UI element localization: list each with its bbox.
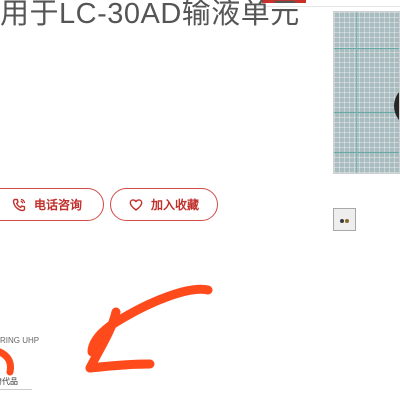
heart-icon bbox=[129, 198, 143, 212]
grid-line bbox=[356, 12, 357, 173]
product-part-image bbox=[394, 84, 399, 128]
product-thumbnail[interactable] bbox=[333, 208, 356, 231]
phone-consult-label: 电话咨询 bbox=[33, 198, 82, 212]
product-page: 用于LC-30AD输液单元 电话咨询 加入收藏 RING UHP 替代品 bbox=[0, 0, 400, 400]
product-image-viewer[interactable] bbox=[333, 11, 400, 174]
grid-line bbox=[334, 152, 399, 153]
grid-line bbox=[334, 112, 399, 113]
thumbnail-part bbox=[340, 219, 344, 223]
thumbnail-part bbox=[345, 219, 349, 223]
spec-text: RING UHP bbox=[0, 336, 40, 345]
tag-underline bbox=[0, 389, 32, 390]
grid-line bbox=[334, 48, 399, 49]
phone-icon bbox=[12, 198, 26, 212]
add-favorite-label: 加入收藏 bbox=[150, 198, 199, 212]
phone-consult-button[interactable]: 电话咨询 bbox=[0, 188, 104, 221]
product-title: 用于LC-30AD输液单元 bbox=[0, 0, 300, 30]
add-favorite-button[interactable]: 加入收藏 bbox=[110, 188, 218, 221]
replacement-tag[interactable]: 替代品 bbox=[0, 376, 18, 387]
